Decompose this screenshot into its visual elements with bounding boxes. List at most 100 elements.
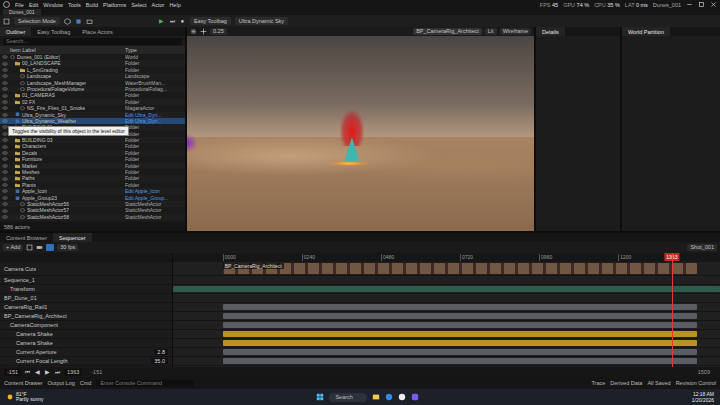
visibility-eye-icon[interactable] [2, 209, 8, 213]
outliner-row[interactable]: Meshes Folder [0, 169, 185, 175]
visibility-eye-icon[interactable] [2, 81, 8, 85]
explorer-icon[interactable] [372, 393, 380, 401]
outliner-row[interactable]: StaticMeshActor57 StaticMeshActor [0, 207, 185, 213]
toolbar-plugin-button[interactable]: Ultra Dynamic Sky [235, 17, 288, 25]
panel-tab[interactable]: Easy Toolbag [31, 27, 76, 36]
outliner-row[interactable]: Apple_Group23 Edit Apple_Group... [0, 195, 185, 201]
console-input[interactable]: Enter Console Command [96, 380, 194, 387]
start-frame-field[interactable]: -151 [4, 369, 21, 376]
outliner-row[interactable]: Paths Folder [0, 175, 185, 181]
menu-item[interactable]: Select [131, 2, 146, 8]
transport-button[interactable]: ⏭ [54, 369, 61, 376]
visibility-eye-icon[interactable] [2, 119, 8, 123]
outliner-row[interactable]: 02 FX Folder [0, 99, 185, 105]
lock-button[interactable] [46, 244, 54, 251]
track-section[interactable] [223, 358, 698, 364]
camera-cut-section[interactable]: BP_CameraRig_Architect [223, 263, 698, 274]
hamburger-icon[interactable] [190, 28, 197, 35]
transport-button[interactable]: ◀ [34, 369, 41, 375]
status-button[interactable]: Derived Data [610, 380, 642, 386]
outliner-row[interactable]: Characters Folder [0, 143, 185, 149]
visibility-eye-icon[interactable] [2, 183, 8, 187]
visibility-eye-icon[interactable] [2, 215, 8, 219]
viewport-render[interactable] [187, 36, 534, 231]
status-button[interactable]: Output Log [48, 380, 75, 386]
visibility-eye-icon[interactable] [2, 62, 8, 66]
track-row[interactable]: Camera Shake [0, 339, 172, 348]
view-mode-button[interactable]: Lit [485, 28, 497, 35]
app-icon[interactable] [411, 393, 419, 401]
play-button[interactable]: ⏹ [179, 18, 186, 25]
column-header[interactable]: Type [125, 47, 185, 53]
menu-item[interactable]: Tools [68, 2, 81, 8]
visibility-eye-icon[interactable] [2, 157, 8, 161]
cinematics-icon[interactable] [86, 18, 93, 25]
blueprint-icon[interactable] [75, 18, 82, 25]
visibility-eye-icon[interactable] [2, 87, 8, 91]
outliner-row[interactable]: NS_Fire_Flies_01_Smoke NiagaraActor [0, 105, 185, 111]
track-section[interactable] [223, 331, 698, 337]
windows-start-icon[interactable] [316, 393, 324, 401]
transport-button[interactable]: ▶ [44, 369, 51, 375]
outliner-row[interactable]: StaticMeshActor58 StaticMeshActor [0, 214, 185, 220]
close-icon[interactable] [710, 1, 717, 8]
weather-widget[interactable]: 81°FPartly sunny [6, 392, 44, 403]
status-button[interactable]: All Saved [647, 380, 670, 386]
playhead[interactable] [672, 253, 673, 367]
visibility-eye-icon[interactable] [2, 138, 8, 142]
status-button[interactable]: Revision Control [676, 380, 716, 386]
range-end[interactable]: 1509 [692, 369, 716, 375]
visibility-eye-icon[interactable] [2, 55, 8, 59]
visibility-eye-icon[interactable] [2, 113, 8, 117]
track-section[interactable] [173, 286, 720, 292]
outliner-row[interactable]: Landscape_MeshManager WaterBrushMan... [0, 80, 185, 86]
panel-tab[interactable]: Details [536, 27, 565, 36]
status-button[interactable]: Content Drawer [4, 380, 43, 386]
outliner-row[interactable]: Plants Folder [0, 182, 185, 188]
menu-item[interactable]: Help [169, 2, 180, 8]
show-flags-button[interactable]: Wireframe [500, 28, 531, 35]
current-frame-field[interactable]: 1363 [64, 369, 82, 376]
menu-item[interactable]: Build [86, 2, 98, 8]
status-button[interactable]: Cmd [80, 380, 92, 386]
snap-value[interactable]: 0.25 [210, 28, 227, 35]
track-value[interactable]: 35.0 [151, 358, 168, 364]
toolbar-plugin-button[interactable]: Easy Toolbag [190, 17, 231, 25]
outliner-row[interactable]: BUILDING 03 Folder [0, 137, 185, 143]
track-section[interactable] [223, 304, 698, 310]
track-row[interactable]: Current Focal Length 35.0 [0, 357, 172, 366]
outliner-row[interactable]: Market Folder [0, 163, 185, 169]
visibility-eye-icon[interactable] [2, 74, 8, 78]
camera-selector[interactable]: BP_CameraRig_Architect [413, 28, 482, 35]
cube-icon[interactable] [64, 18, 71, 25]
panel-tab[interactable]: Outliner [0, 27, 31, 36]
track-section[interactable] [223, 349, 698, 355]
save-icon[interactable] [26, 244, 33, 251]
visibility-eye-icon[interactable] [2, 189, 8, 193]
panel-tab[interactable]: Sequencer [53, 233, 92, 242]
panel-tab[interactable]: Place Actors [76, 27, 119, 36]
column-header[interactable]: Item Label [10, 47, 125, 53]
unreal-app-icon[interactable] [398, 393, 406, 401]
visibility-eye-icon[interactable] [2, 151, 8, 155]
maximize-icon[interactable] [698, 1, 705, 8]
track-row[interactable]: CameraRig_Rail1 [0, 303, 172, 312]
outliner-row[interactable]: Ultra_Dynamic_Sky Edit Ultra_Dyn... [0, 112, 185, 118]
outliner-row[interactable]: Dunes_001 (Editor) World [0, 54, 185, 60]
track-value[interactable]: 2.8 [154, 349, 168, 355]
track-row[interactable]: BP_Dune_01 [0, 294, 172, 303]
visibility-eye-icon[interactable] [2, 177, 8, 181]
visibility-eye-icon[interactable] [2, 68, 8, 72]
track-section[interactable] [223, 322, 698, 328]
visibility-eye-icon[interactable] [2, 106, 8, 110]
menu-item[interactable]: Edit [29, 2, 38, 8]
track-section[interactable] [223, 313, 698, 319]
panel-tab[interactable]: Content Browser [0, 233, 53, 242]
visibility-eye-icon[interactable] [2, 164, 8, 168]
outliner-row[interactable]: 01_CAMERAS Folder [0, 92, 185, 98]
outliner-row[interactable]: ProceduralFoliageVolume ProceduralFoliag… [0, 86, 185, 92]
track-row[interactable]: Camera Shake [0, 330, 172, 339]
transform-icon[interactable] [200, 28, 207, 35]
track-row[interactable]: Sequence_1 [0, 276, 172, 285]
outliner-row[interactable]: Landscape Landscape [0, 73, 185, 79]
